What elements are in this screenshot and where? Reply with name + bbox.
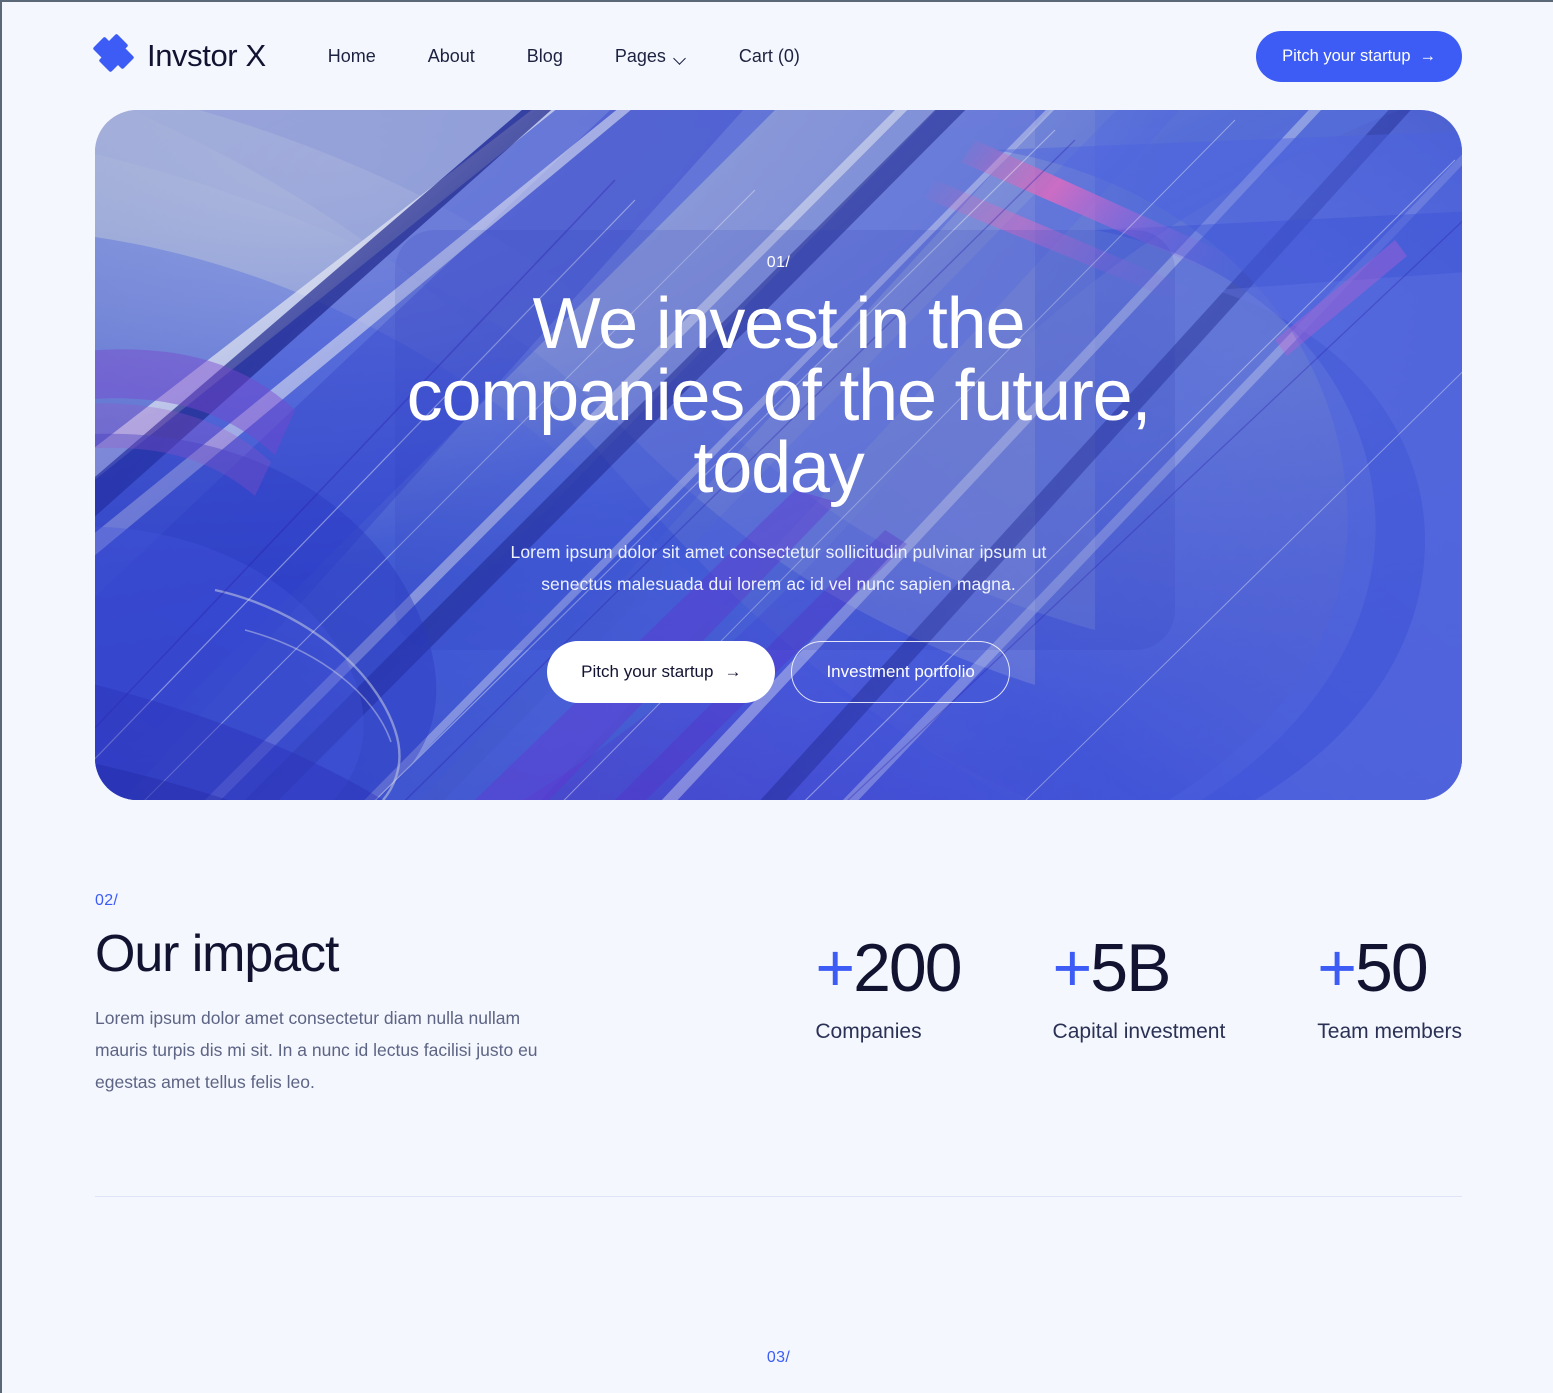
impact-eyebrow: 02/ [95, 892, 119, 909]
site-header: Invstor X Home About Blog Pages Cart (0)… [2, 2, 1553, 110]
stat-plus-sign: + [1052, 930, 1093, 1006]
stat-value: +200 [815, 934, 962, 1002]
stat-label: Companies [815, 1020, 922, 1043]
impact-description: Lorem ipsum dolor amet consectetur diam … [95, 1008, 538, 1093]
impact-stats: +200 Companies +5B Capital investment +5… [595, 892, 1462, 1044]
nav-item-pages[interactable]: Pages [589, 40, 713, 73]
hero-investment-portfolio-button[interactable]: Investment portfolio [791, 640, 1010, 703]
hero-subtitle: Lorem ipsum dolor sit amet consectetur s… [510, 542, 1047, 595]
industries-section: 03/ Industries we invest [2, 1349, 1553, 1393]
hero-title: We invest in the companies of the future… [406, 284, 1152, 508]
button-label: Pitch your startup [1282, 46, 1411, 65]
impact-section: 02/ Our impact Lorem ipsum dolor amet co… [95, 800, 1462, 1098]
stat-capital-investment: +5B Capital investment [1053, 934, 1226, 1044]
brand-logo[interactable]: Invstor X [92, 33, 266, 75]
section-divider [95, 1196, 1462, 1198]
nav-item-home[interactable]: Home [302, 40, 402, 73]
nav-label: Cart (0) [738, 45, 800, 66]
button-label: Pitch your startup [581, 661, 714, 681]
pitch-your-startup-button[interactable]: Pitch your startup → [1256, 30, 1462, 82]
stat-value: +50 [1317, 934, 1462, 1002]
chevron-down-icon [675, 54, 687, 61]
nav-label: About [427, 45, 475, 66]
hero-eyebrow: 01/ [766, 254, 791, 271]
stat-plus-sign: + [815, 930, 855, 1006]
stat-label: Team members [1317, 1020, 1462, 1043]
nav-item-cart[interactable]: Cart (0) [713, 40, 826, 73]
page-root: Invstor X Home About Blog Pages Cart (0)… [2, 2, 1553, 1393]
nav-label: Pages [614, 45, 666, 66]
arrow-right-icon: → [1419, 46, 1437, 65]
stat-companies: +200 Companies [815, 934, 962, 1044]
stat-plus-sign: + [1317, 930, 1357, 1006]
nav-label: Home [327, 45, 376, 66]
nav-item-about[interactable]: About [402, 40, 501, 73]
main-nav: Home About Blog Pages Cart (0) [302, 40, 826, 73]
brand-name: Invstor X [147, 38, 266, 73]
diamonds-logo-icon [92, 33, 135, 75]
stat-number: 200 [853, 930, 962, 1006]
hero-actions: Pitch your startup → Investment portfoli… [95, 640, 1462, 703]
nav-item-blog[interactable]: Blog [501, 40, 589, 73]
button-label: Investment portfolio [826, 661, 975, 681]
stat-team-members: +50 Team members [1317, 934, 1462, 1044]
hero-section: 01/ We invest in the companies of the fu… [95, 110, 1462, 800]
nav-label: Blog [526, 45, 563, 66]
stat-number: 50 [1355, 930, 1429, 1006]
arrow-right-icon: → [724, 661, 742, 681]
impact-title: Our impact [95, 925, 339, 983]
industries-title: Industries we invest [2, 1385, 1553, 1393]
hero-content: 01/ We invest in the companies of the fu… [95, 110, 1462, 703]
industries-eyebrow: 03/ [766, 1349, 791, 1367]
hero-pitch-your-startup-button[interactable]: Pitch your startup → [547, 640, 776, 703]
stat-value: +5B [1053, 934, 1226, 1002]
impact-intro: 02/ Our impact Lorem ipsum dolor amet co… [95, 892, 595, 1098]
stat-number: 5B [1090, 930, 1171, 1006]
stat-label: Capital investment [1052, 1020, 1226, 1043]
